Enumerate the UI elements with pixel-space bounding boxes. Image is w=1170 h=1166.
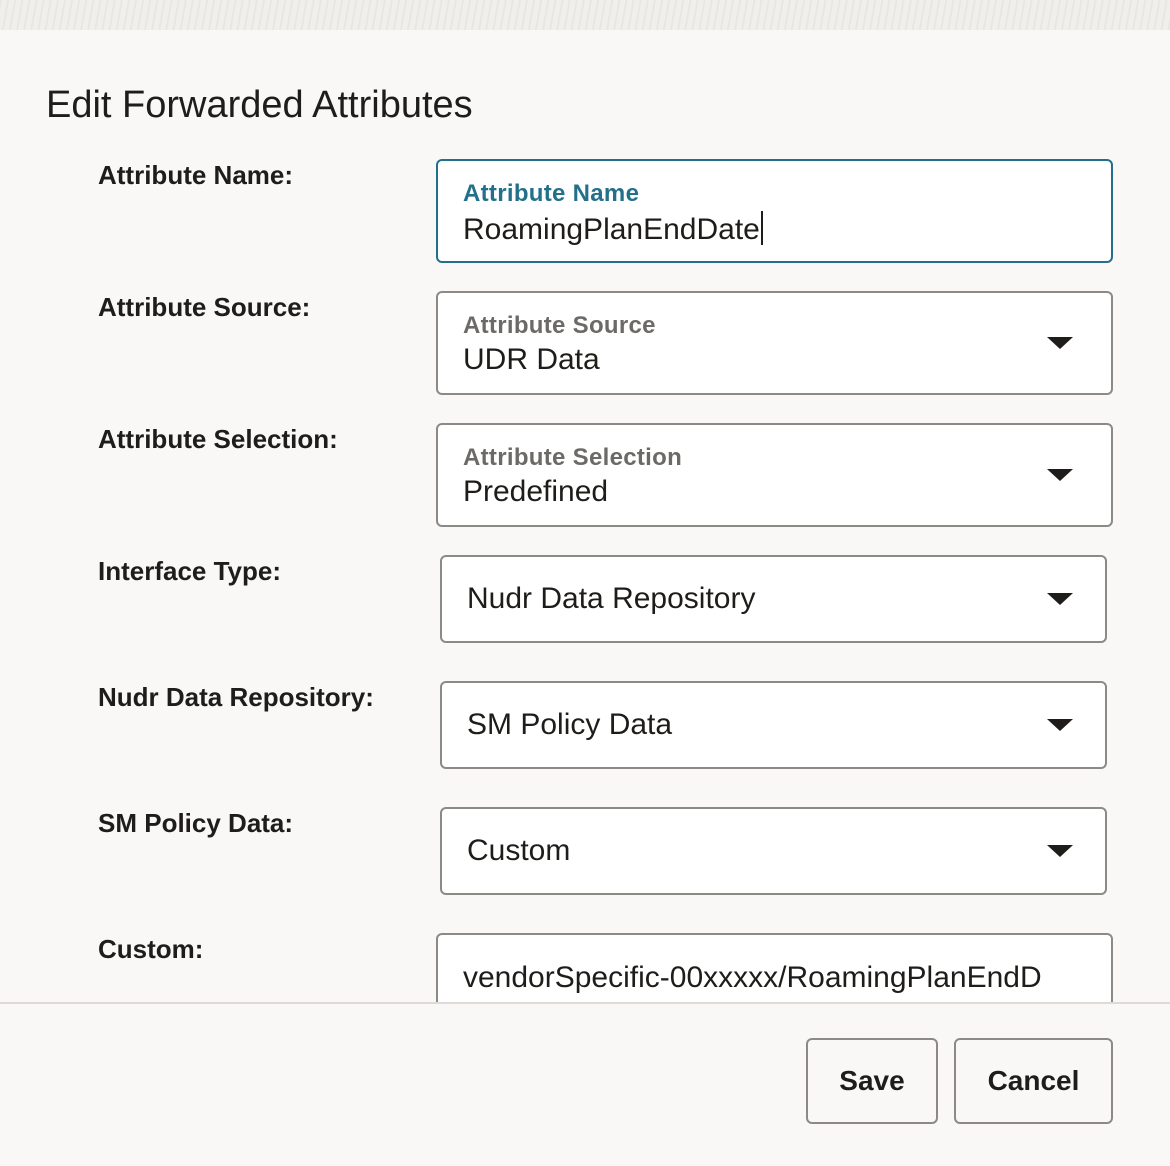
custom-label: Custom: <box>98 934 204 964</box>
attribute-source-select[interactable]: Attribute Source UDR Data <box>436 291 1113 395</box>
custom-value: vendorSpecific-00xxxxx/RoamingPlanEndD <box>463 961 1042 994</box>
attribute-name-field-label: Attribute Name <box>463 180 640 207</box>
attribute-source-field-label: Attribute Source <box>463 312 656 339</box>
sm-policy-data-select[interactable]: Custom <box>440 807 1107 895</box>
chevron-down-icon <box>1047 593 1073 605</box>
interface-type-label: Interface Type: <box>98 556 282 586</box>
attribute-name-value: RoamingPlanEndDate <box>463 211 763 247</box>
interface-type-select[interactable]: Nudr Data Repository <box>440 555 1107 643</box>
attribute-name-input[interactable]: Attribute Name RoamingPlanEndDate <box>436 159 1113 263</box>
sm-policy-data-label: SM Policy Data: <box>98 808 294 838</box>
attribute-selection-label: Attribute Selection: <box>98 424 338 454</box>
cancel-button[interactable]: Cancel <box>954 1038 1113 1124</box>
save-button[interactable]: Save <box>806 1038 938 1124</box>
nudr-data-repository-select[interactable]: SM Policy Data <box>440 681 1107 769</box>
custom-input[interactable]: vendorSpecific-00xxxxx/RoamingPlanEndD <box>436 933 1113 1002</box>
attribute-source-value: UDR Data <box>463 343 600 376</box>
chevron-down-icon <box>1047 469 1073 481</box>
attribute-name-label: Attribute Name: <box>98 160 294 190</box>
text-cursor <box>760 211 763 245</box>
interface-type-value: Nudr Data Repository <box>467 582 756 615</box>
nudr-data-repository-value: SM Policy Data <box>467 708 673 741</box>
form-scroll-area[interactable]: Attribute Name: Attribute Name RoamingPl… <box>0 140 1170 1002</box>
background-header-strip <box>0 0 1170 30</box>
sm-policy-data-value: Custom <box>467 834 571 867</box>
attribute-selection-value: Predefined <box>463 475 609 508</box>
attribute-selection-field-label: Attribute Selection <box>463 444 683 471</box>
chevron-down-icon <box>1047 845 1073 857</box>
nudr-data-repository-label: Nudr Data Repository: <box>98 682 374 712</box>
footer-divider <box>0 1002 1170 1004</box>
chevron-down-icon <box>1047 337 1073 349</box>
dialog-title: Edit Forwarded Attributes <box>46 84 473 126</box>
chevron-down-icon <box>1047 719 1073 731</box>
attribute-selection-select[interactable]: Attribute Selection Predefined <box>436 423 1113 527</box>
attribute-source-label: Attribute Source: <box>98 292 311 322</box>
